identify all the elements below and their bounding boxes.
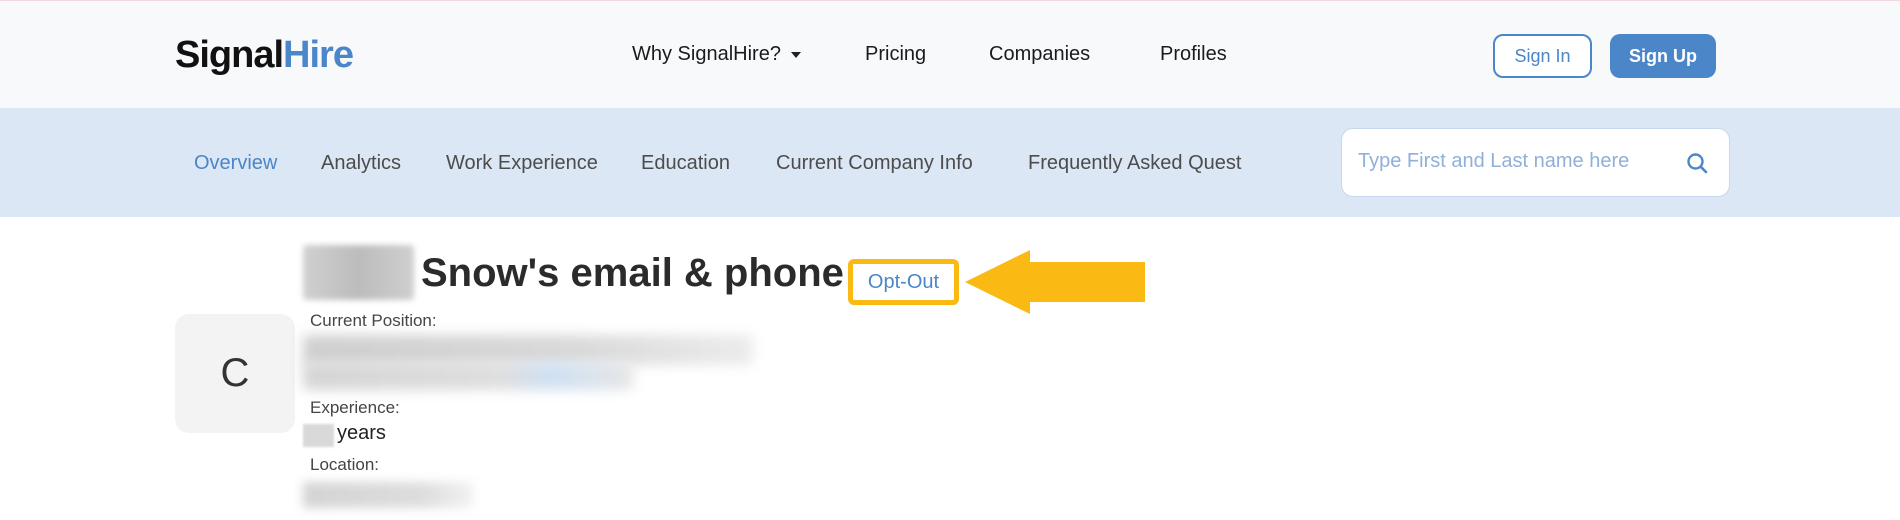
redacted-position-line-2 <box>303 362 633 390</box>
experience-years: years <box>337 422 386 444</box>
tab-faq[interactable]: Frequently Asked Quest <box>1028 150 1241 176</box>
page-title: Snow's email & phone <box>421 251 844 295</box>
nav-pricing[interactable]: Pricing <box>865 41 926 67</box>
nav-why-signalhire[interactable]: Why SignalHire? <box>632 41 801 67</box>
nav-companies[interactable]: Companies <box>989 41 1090 67</box>
top-navbar: SignalHire Why SignalHire? Pricing Compa… <box>0 0 1900 108</box>
opt-out-link[interactable]: Opt-Out <box>848 259 959 305</box>
tab-education[interactable]: Education <box>641 150 730 176</box>
current-position-label: Current Position: <box>310 311 437 330</box>
nav-profiles[interactable]: Profiles <box>1160 41 1227 67</box>
redacted-location <box>303 482 473 508</box>
profile-subnav: Overview Analytics Work Experience Educa… <box>0 108 1900 217</box>
tab-overview[interactable]: Overview <box>194 150 277 176</box>
tab-work-experience[interactable]: Work Experience <box>446 150 598 176</box>
redacted-position-line-1 <box>303 335 753 365</box>
sign-in-button[interactable]: Sign In <box>1493 34 1592 78</box>
arrow-left-icon <box>965 250 1145 314</box>
search-placeholder: Type First and Last name here <box>1358 150 1630 172</box>
location-label: Location: <box>310 455 379 474</box>
redacted-years-count <box>303 424 334 447</box>
tab-current-company-info[interactable]: Current Company Info <box>776 150 973 176</box>
experience-label: Experience: <box>310 398 400 417</box>
logo[interactable]: SignalHire <box>175 33 354 77</box>
tab-analytics[interactable]: Analytics <box>321 150 401 176</box>
redacted-first-name <box>303 245 414 300</box>
chevron-down-icon <box>790 52 801 58</box>
nav-why-label: Why SignalHire? <box>632 43 781 65</box>
avatar: C <box>175 314 295 433</box>
search-input[interactable]: Type First and Last name here <box>1341 128 1730 197</box>
search-icon[interactable] <box>1685 151 1709 175</box>
sign-up-button[interactable]: Sign Up <box>1610 34 1716 78</box>
